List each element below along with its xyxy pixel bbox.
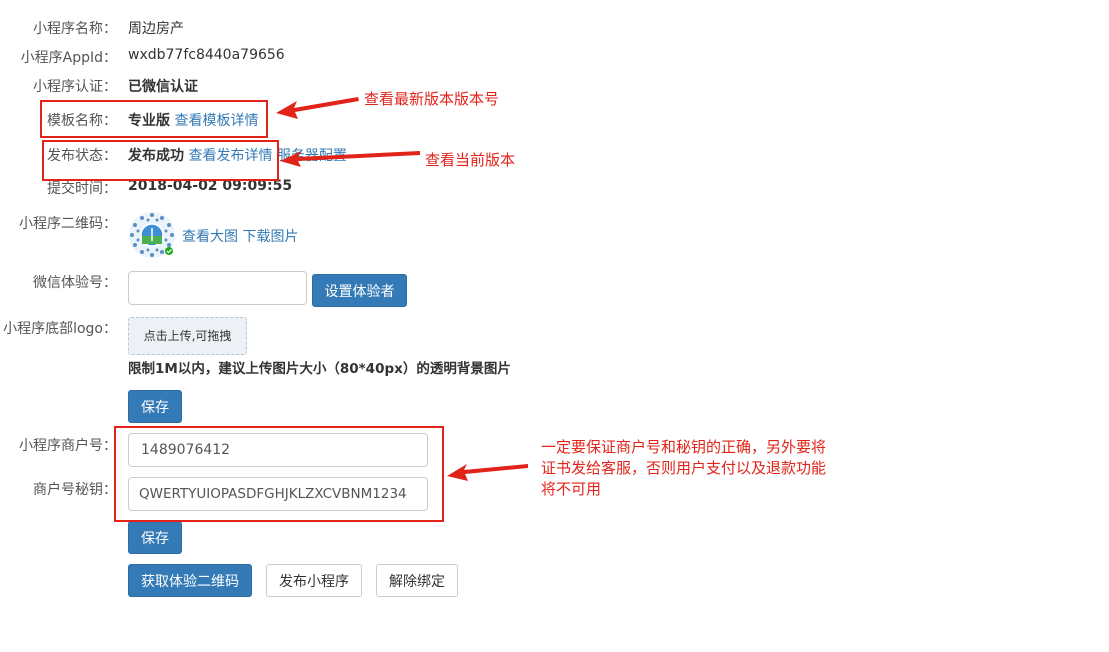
set-tester-button[interactable]: 设置体验者 bbox=[312, 274, 407, 307]
merchant-annotation-line-2: 证书发给客服，否则用户支付以及退款功能 bbox=[541, 459, 827, 477]
merchant-secret-label: 商户号秘钥： bbox=[33, 482, 117, 498]
download-image-link[interactable]: 下载图片 bbox=[242, 229, 298, 245]
auth-value: 已微信认证 bbox=[128, 79, 198, 95]
merchant-annotation: 一定要保证商户号和秘钥的正确，另外要将 证书发给客服，否则用户支付以及退款功能 … bbox=[541, 437, 826, 500]
get-trial-qr-button[interactable]: 获取体验二维码 bbox=[128, 564, 252, 597]
template-highlight-box bbox=[40, 100, 268, 138]
qr-code-label: 小程序二维码： bbox=[19, 216, 117, 232]
arrow-merchant bbox=[447, 464, 528, 481]
tester-label: 微信体验号： bbox=[33, 275, 117, 291]
merchant-annotation-line-1: 一定要保证商户号和秘钥的正确，另外要将 bbox=[541, 438, 827, 456]
mini-program-name-value: 周边房产 bbox=[128, 21, 184, 37]
logo-upload-area[interactable]: 点击上传,可拖拽 bbox=[128, 317, 247, 355]
merchant-annotation-line-3: 将不可用 bbox=[541, 480, 602, 498]
view-large-image-link[interactable]: 查看大图 bbox=[182, 229, 238, 245]
save-merchant-button[interactable]: 保存 bbox=[128, 521, 182, 554]
auth-label: 小程序认证： bbox=[33, 79, 117, 95]
arrow-template bbox=[276, 97, 359, 119]
server-config-link[interactable]: 服务器配置 bbox=[277, 148, 347, 164]
qr-code-links: 查看大图 下载图片 bbox=[182, 226, 298, 246]
merchant-highlight-box bbox=[114, 426, 444, 522]
mini-program-code-icon bbox=[129, 212, 175, 258]
appid-label: 小程序AppId： bbox=[20, 50, 117, 66]
merchant-id-label: 小程序商户号： bbox=[19, 438, 117, 454]
submit-time-label: 提交时间： bbox=[47, 181, 117, 197]
mini-program-name-label: 小程序名称： bbox=[33, 21, 117, 37]
publish-mini-program-button[interactable]: 发布小程序 bbox=[266, 564, 362, 597]
appid-value: wxdb77fc8440a79656 bbox=[128, 47, 285, 63]
publish-highlight-box bbox=[42, 140, 279, 181]
template-annotation: 查看最新版本版本号 bbox=[364, 90, 500, 108]
unbind-button[interactable]: 解除绑定 bbox=[376, 564, 458, 597]
upload-hint: 限制1M以内，建议上传图片大小（80*40px）的透明背景图片 bbox=[128, 361, 511, 377]
tester-input[interactable] bbox=[128, 271, 307, 305]
qr-code-image[interactable] bbox=[128, 211, 176, 259]
logo-label: 小程序底部logo： bbox=[3, 321, 117, 337]
save-logo-button[interactable]: 保存 bbox=[128, 390, 182, 423]
publish-annotation: 查看当前版本 bbox=[425, 151, 516, 169]
